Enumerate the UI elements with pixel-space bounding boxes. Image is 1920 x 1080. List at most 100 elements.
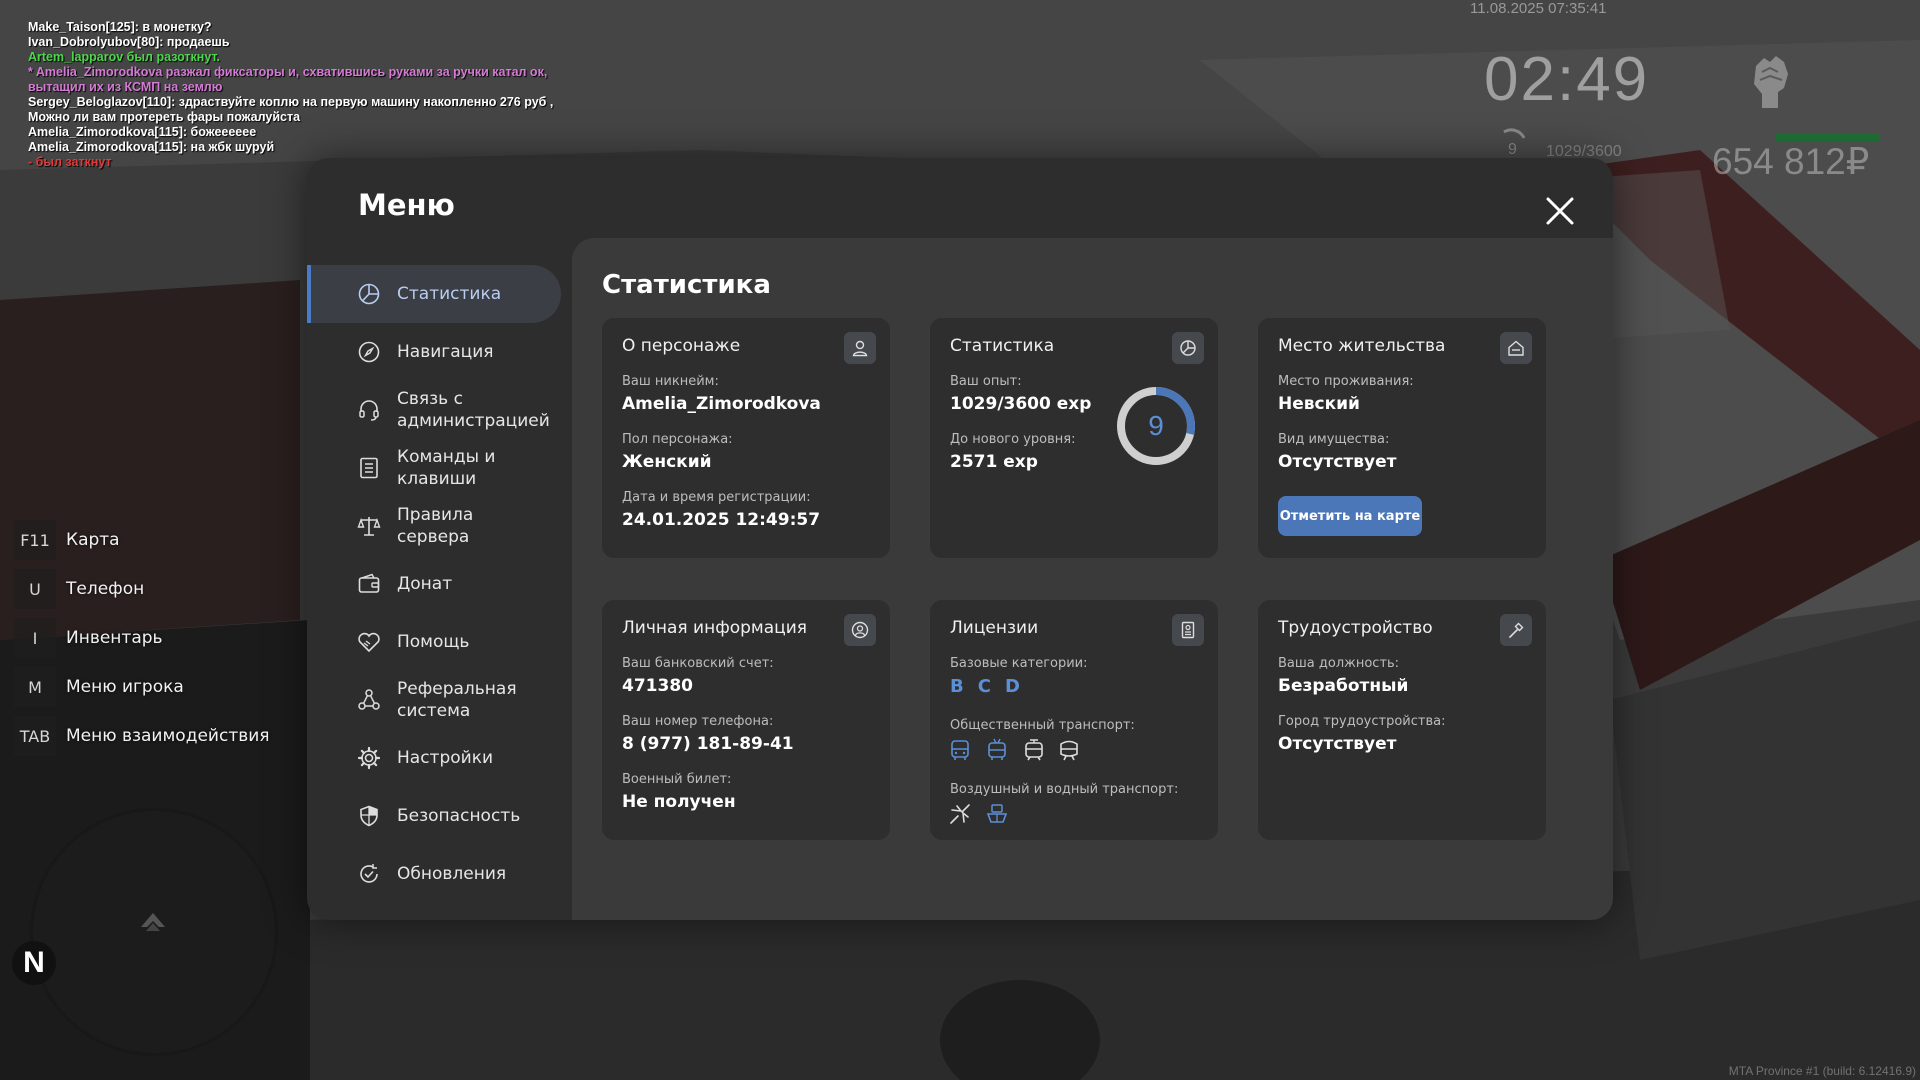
chat-line: * Amelia_Zimorodkova разжал фиксаторы и,…: [28, 65, 551, 94]
chat-line: Ivan_Dobrolyubov[80]: продаешь: [28, 35, 230, 49]
sidebar-item-label: Реферальная система: [397, 679, 517, 721]
hotkey-inventory[interactable]: I Инвентарь: [14, 618, 270, 658]
chat-line: Amelia_Zimorodkova[115]: божееееее: [28, 125, 257, 139]
tram-icon: [1025, 739, 1043, 761]
shield-icon: [360, 805, 378, 827]
card-residence: Место жительства Место проживания: Невск…: [1258, 318, 1546, 558]
gender-label: Пол персонажа:: [622, 432, 733, 447]
gender-value: Женский: [622, 452, 712, 472]
airplane-icon: [950, 804, 970, 824]
sidebar-item-contact-admin[interactable]: Связь с администрацией: [307, 381, 571, 439]
work-city-value: Отсутствует: [1278, 734, 1397, 754]
sidebar-item-updates[interactable]: Обновления: [307, 845, 571, 903]
base-categories-label: Базовые категории:: [950, 656, 1088, 671]
close-icon[interactable]: [1543, 194, 1577, 228]
sidebar-item-referral[interactable]: Реферальная система: [307, 671, 571, 729]
users-network-icon: [358, 689, 380, 710]
hotkey-label: Меню игрока: [66, 677, 184, 697]
menu-title: Меню: [358, 188, 455, 222]
nickname-label: Ваш никнейм:: [622, 374, 719, 389]
registration-label: Дата и время регистрации:: [622, 490, 811, 505]
hotkey-key: TAB: [14, 716, 56, 756]
scales-icon: [357, 517, 381, 536]
hotkey-list: F11 Карта U Телефон I Инвентарь M Меню игрок…: [14, 520, 270, 765]
chat-log: Make_Taison[125]: в монетку? Ivan_Dobroly…: [28, 20, 568, 170]
sidebar-item-label: Настройки: [397, 748, 494, 768]
hud-clock: 02:49: [1484, 45, 1650, 114]
air-water-transport-label: Воздушный и водный транспорт:: [950, 782, 1179, 797]
level-number: 9: [1148, 410, 1164, 441]
exp-value: 1029/3600 exp: [950, 394, 1092, 414]
sidebar-item-label: Помощь: [397, 632, 470, 652]
handshake-heart-icon: [358, 632, 380, 653]
sidebar-item-label: Безопасность: [397, 806, 521, 826]
next-level-value: 2571 exp: [950, 452, 1038, 472]
exp-label: Ваш опыт:: [950, 374, 1022, 389]
sidebar-item-label: Донат: [397, 574, 453, 594]
chat-line: Make_Taison[125]: в монетку?: [28, 20, 212, 34]
position-value: Безработный: [1278, 676, 1409, 696]
page-title: Статистика: [602, 270, 771, 300]
sidebar-item-security[interactable]: Безопасность: [307, 787, 571, 845]
hotkey-key: F11: [14, 520, 56, 560]
sidebar-item-label: Статистика: [397, 284, 502, 304]
hotkey-label: Меню взаимодействия: [66, 726, 270, 746]
hotkey-key: I: [14, 618, 56, 658]
sidebar-item-commands[interactable]: Команды и клавиши: [307, 439, 571, 497]
sidebar-item-donate[interactable]: Донат: [307, 555, 571, 613]
hotkey-phone[interactable]: U Телефон: [14, 569, 270, 609]
hotkey-label: Карта: [66, 530, 120, 550]
phone-value: 8 (977) 181-89-41: [622, 734, 794, 754]
sidebar-item-help[interactable]: Помощь: [307, 613, 571, 671]
card-title: О персонаже: [622, 336, 741, 356]
hotkey-map[interactable]: F11 Карта: [14, 520, 270, 560]
fist-weapon-icon: [1754, 56, 1788, 108]
card-employment: Трудоустройство Ваша должность: Безработ…: [1258, 600, 1546, 840]
residence-value: Невский: [1278, 394, 1360, 414]
hotkey-interaction-menu[interactable]: TAB Меню взаимодействия: [14, 716, 270, 756]
trolleybus-icon: [988, 738, 1006, 760]
bank-value: 471380: [622, 676, 693, 696]
next-level-label: До нового уровня:: [950, 432, 1076, 447]
property-label: Вид имущества:: [1278, 432, 1390, 447]
sidebar-item-rules[interactable]: Правила сервера: [307, 497, 571, 555]
user-circle-icon: [844, 614, 876, 646]
hud-money: 654 812₽: [1712, 141, 1870, 182]
wallet-icon: [358, 573, 380, 593]
sidebar-item-statistics[interactable]: Статистика: [307, 265, 561, 323]
card-personal-info: Личная информация Ваш банковский счет: 4…: [602, 600, 890, 840]
user-icon: [844, 332, 876, 364]
house-icon: [1500, 332, 1532, 364]
nickname-value: Amelia_Zimorodkova: [622, 394, 821, 414]
chart-pie-icon: [1172, 332, 1204, 364]
gear-icon: [357, 746, 381, 770]
sidebar-item-label: Связь с администрацией: [397, 389, 550, 431]
property-value: Отсутствует: [1278, 452, 1397, 472]
bank-label: Ваш банковский счет:: [622, 656, 774, 671]
card-title: Место жительства: [1278, 336, 1446, 356]
category-letter: B: [950, 676, 964, 697]
chart-pie-icon: [358, 283, 380, 305]
menu-window: Меню Статистика Навигация Связь с админи…: [307, 158, 1613, 920]
hotkey-key: U: [14, 569, 56, 609]
hotkey-key: M: [14, 667, 56, 707]
registration-value: 24.01.2025 12:49:57: [622, 510, 821, 530]
ship-icon: [986, 804, 1008, 823]
sidebar-item-navigation[interactable]: Навигация: [307, 323, 571, 381]
category-letter: D: [1004, 676, 1020, 697]
hotkey-label: Инвентарь: [66, 628, 163, 648]
chat-line: Artem_lapparov был разоткнут.: [28, 50, 220, 64]
phone-label: Ваш номер телефона:: [622, 714, 774, 729]
hotkey-player-menu[interactable]: M Меню игрока: [14, 667, 270, 707]
mark-on-map-button[interactable]: Отметить на карте: [1278, 496, 1422, 536]
id-card-icon: [1172, 614, 1204, 646]
military-value: Не получен: [622, 792, 736, 812]
build-info: MTA Province #1 (build: 6.12416.9): [1728, 1064, 1916, 1078]
sidebar-item-settings[interactable]: Настройки: [307, 729, 571, 787]
sidebar-item-label: Правила сервера: [397, 505, 474, 547]
card-title: Трудоустройство: [1278, 618, 1433, 638]
chat-line: Sergey_Beloglazov[110]: здраствуйте копл…: [28, 95, 557, 124]
public-transport-label: Общественный транспорт:: [950, 718, 1135, 733]
document-list-icon: [360, 457, 378, 479]
card-title: Лицензии: [950, 618, 1039, 638]
